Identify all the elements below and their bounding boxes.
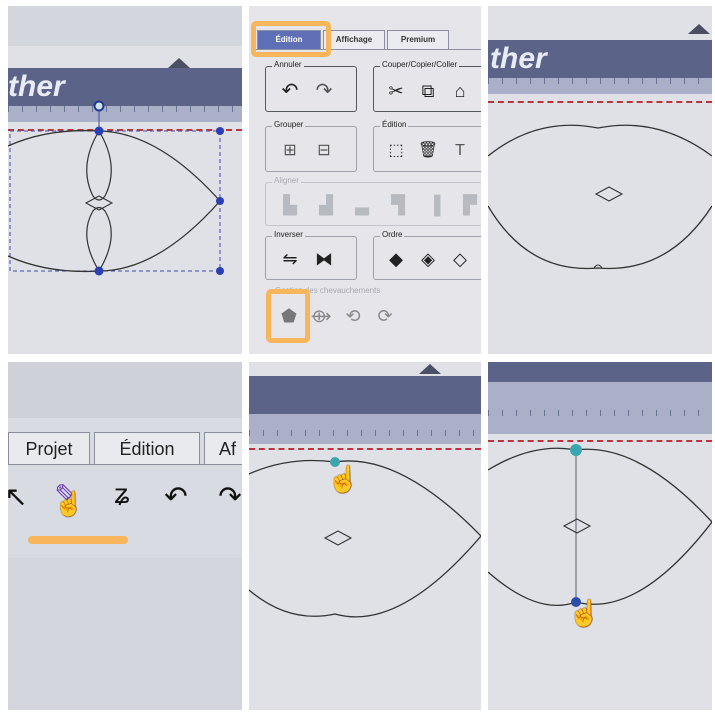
- text-icon[interactable]: T: [448, 139, 472, 163]
- group-label-aligner: Aligner: [272, 176, 301, 185]
- design-canvas[interactable]: [488, 362, 712, 710]
- copy-icon[interactable]: ⧉: [416, 79, 440, 103]
- selection-box: [9, 130, 221, 272]
- upper-outline: [249, 459, 481, 537]
- step-panel-4: Projet Édition Af ↖ ✎ ʑ ↶ ↷ ☝: [8, 362, 242, 710]
- redo-icon[interactable]: ↷: [312, 79, 336, 103]
- design-canvas[interactable]: [8, 6, 242, 354]
- tab-projet[interactable]: Projet: [8, 432, 90, 465]
- subtract-icon[interactable]: ⟲: [341, 304, 365, 328]
- tab-affichage[interactable]: Af: [204, 432, 242, 464]
- group-icon[interactable]: ⊞: [278, 139, 302, 163]
- scissors-icon[interactable]: ✂: [384, 79, 408, 103]
- hand-cursor-icon: ☝: [327, 464, 360, 494]
- align-bottom-icon[interactable]: ▛: [458, 193, 481, 217]
- top-area: [8, 362, 242, 418]
- tab-affichage[interactable]: Affichage: [323, 30, 385, 49]
- select-arrow-icon[interactable]: ↖: [8, 480, 34, 513]
- ungroup-icon[interactable]: ⊟: [312, 139, 336, 163]
- hand-cursor-icon: ☝: [54, 491, 84, 518]
- outer-shape: [8, 129, 221, 273]
- hand-cursor-icon: ☝: [568, 598, 601, 628]
- flip-horizontal-icon[interactable]: ⧓: [312, 247, 336, 271]
- tab-premium[interactable]: Premium: [387, 30, 449, 49]
- group-label-edition: Édition: [380, 120, 409, 129]
- intersect-icon[interactable]: ⟳: [373, 304, 397, 328]
- design-canvas[interactable]: [488, 6, 712, 354]
- align-center-icon[interactable]: ▟: [314, 193, 338, 217]
- tab-divider: [8, 464, 242, 465]
- lower-outline: [488, 205, 712, 270]
- bring-front-icon[interactable]: ◆: [384, 247, 408, 271]
- center-diamond: [562, 518, 592, 534]
- step-panel-6: ☝: [488, 362, 712, 710]
- resize-handle-top-right[interactable]: [216, 127, 224, 135]
- lower-outline: [249, 535, 481, 618]
- highlight-weld-tool: [266, 289, 310, 343]
- resize-handle-bottom-right[interactable]: [216, 267, 224, 275]
- resize-handle-right[interactable]: [216, 197, 224, 205]
- step-panel-1: ther: [8, 6, 242, 354]
- align-top-icon[interactable]: ▜: [386, 193, 410, 217]
- step-panel-3: ther: [488, 6, 712, 354]
- align-right-icon[interactable]: ▃: [350, 193, 374, 217]
- upper-lobe: [86, 129, 112, 201]
- flip-vertical-icon[interactable]: ⇋: [278, 247, 302, 271]
- undo-icon[interactable]: ↶: [158, 480, 194, 513]
- redo-icon[interactable]: ↷: [212, 480, 242, 513]
- undo-icon[interactable]: ↶: [278, 79, 302, 103]
- resize-handle-bottom[interactable]: [94, 266, 104, 276]
- group-couper-copier-coller: Couper/Copier/Coller ✂ ⧉ ⌂: [373, 60, 481, 112]
- order-icon[interactable]: ◇: [448, 247, 472, 271]
- upper-outline: [488, 124, 712, 157]
- rotate-handle[interactable]: [93, 100, 105, 112]
- group-label-annuler: Annuler: [272, 60, 304, 69]
- group-label-couper: Couper/Copier/Coller: [380, 60, 460, 69]
- group-aligner: Aligner ▙ ▟ ▃ ▜ ▐ ▛: [265, 176, 481, 226]
- align-left-icon[interactable]: ▙: [278, 193, 302, 217]
- send-back-icon[interactable]: ◈: [416, 247, 440, 271]
- design-canvas[interactable]: [249, 362, 481, 710]
- group-annuler: Annuler ↶ ↷: [265, 60, 357, 112]
- highlight-edition-tab: [251, 21, 331, 57]
- step-panel-5: ☝: [249, 362, 481, 710]
- lower-lobe: [86, 206, 112, 273]
- canvas-area: [8, 558, 242, 710]
- paste-icon[interactable]: ⌂: [448, 79, 472, 103]
- select-points-icon[interactable]: ⬚: [384, 139, 408, 163]
- group-label-ordre: Ordre: [380, 230, 405, 239]
- group-ordre: Ordre ◆ ◈ ◇: [373, 230, 481, 280]
- group-inverser: Inverser ⇋ ⧓: [265, 230, 357, 280]
- resize-handle-top[interactable]: [94, 126, 104, 136]
- upper-outline: [488, 447, 712, 523]
- line-start-node[interactable]: [570, 444, 582, 456]
- align-middle-icon[interactable]: ▐: [422, 193, 446, 217]
- step-panel-2: Édition Affichage Premium Annuler ↶ ↷ Co…: [249, 6, 481, 354]
- group-grouper: Grouper ⊞ ⊟: [265, 120, 357, 172]
- highlight-bar: [28, 536, 128, 544]
- group-label-grouper: Grouper: [272, 120, 306, 129]
- trash-icon[interactable]: 🗑: [416, 139, 440, 163]
- union-icon[interactable]: ⟴: [309, 304, 333, 328]
- draw-tool-icon[interactable]: ʑ: [104, 478, 140, 510]
- lower-outline: [488, 521, 712, 606]
- center-diamond: [594, 186, 624, 202]
- tab-edition[interactable]: Édition: [94, 432, 200, 465]
- group-label-inverser: Inverser: [272, 230, 305, 239]
- center-diamond: [323, 530, 353, 546]
- group-edition: Édition ⬚ 🗑 T: [373, 120, 481, 172]
